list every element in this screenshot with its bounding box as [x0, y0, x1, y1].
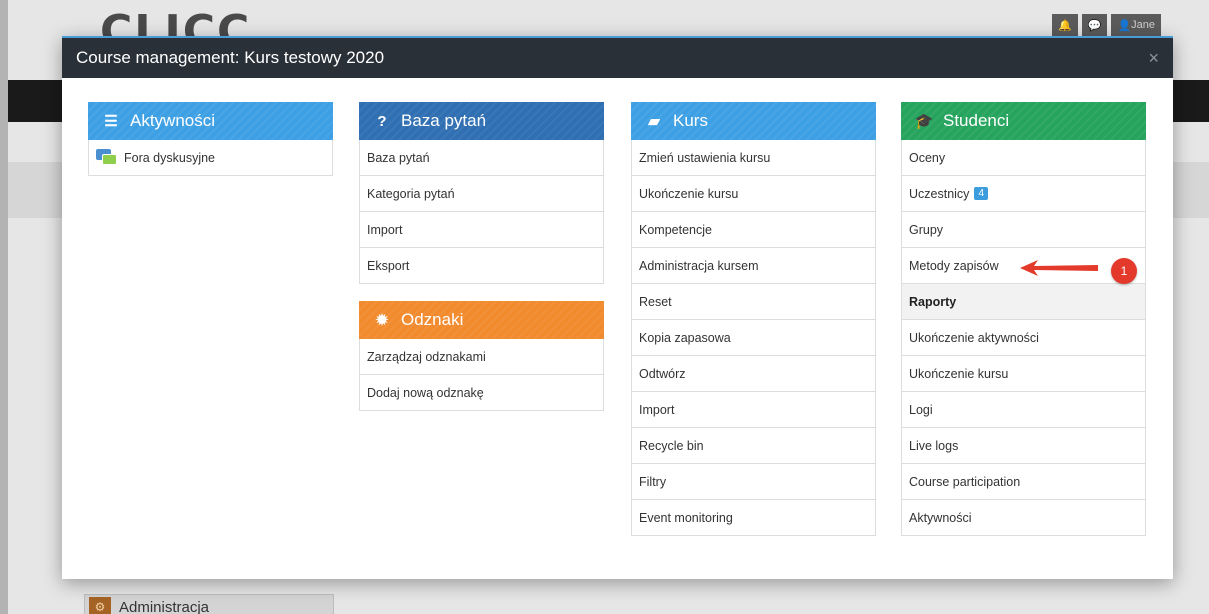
notifications-icon[interactable]: 🔔: [1052, 14, 1078, 36]
course-management-modal: Course management: Kurs testowy 2020 × ☰…: [62, 36, 1173, 579]
link-raport-ukonczenie-kursu[interactable]: Ukończenie kursu: [901, 356, 1146, 392]
panel-kurs: ▰ Kurs Zmień ustawienia kursu Ukończenie…: [631, 102, 876, 536]
panel-studenci-header: 🎓 Studenci: [901, 102, 1146, 140]
link-live-logs[interactable]: Live logs: [901, 428, 1146, 464]
link-fora-dyskusyjne[interactable]: Fora dyskusyjne: [88, 140, 333, 176]
panel-baza-header: ? Baza pytań: [359, 102, 604, 140]
panel-aktywnosci: ☰ Aktywności Fora dyskusyjne: [88, 102, 333, 176]
link-kompetencje[interactable]: Kompetencje: [631, 212, 876, 248]
panel-studenci-title: Studenci: [943, 111, 1010, 130]
link-administracja-kursem[interactable]: Administracja kursem: [631, 248, 876, 284]
link-kopia-zapasowa[interactable]: Kopia zapasowa: [631, 320, 876, 356]
modal-title: Course management: Kurs testowy 2020: [76, 48, 385, 67]
link-zmien-ustawienia[interactable]: Zmień ustawienia kursu: [631, 140, 876, 176]
link-recycle-bin[interactable]: Recycle bin: [631, 428, 876, 464]
link-reset[interactable]: Reset: [631, 284, 876, 320]
link-import-pytan[interactable]: Import: [359, 212, 604, 248]
badge-icon: ✹: [375, 312, 389, 329]
annotation-arrow-icon: [1020, 260, 1098, 276]
link-ukonczenie-aktywnosci[interactable]: Ukończenie aktywności: [901, 320, 1146, 356]
link-aktywnosci-raport[interactable]: Aktywności: [901, 500, 1146, 536]
link-ukonczenie-kursu[interactable]: Ukończenie kursu: [631, 176, 876, 212]
forum-icon: [96, 148, 118, 167]
admin-label: Administracja: [119, 598, 210, 614]
user-icon: 👤: [1117, 19, 1132, 32]
panel-aktywnosci-header: ☰ Aktywności: [88, 102, 333, 140]
link-odtworz[interactable]: Odtwórz: [631, 356, 876, 392]
panel-odznaki-title: Odznaki: [401, 310, 464, 329]
modal-header: Course management: Kurs testowy 2020 ×: [62, 36, 1173, 78]
list-icon: ☰: [104, 113, 118, 130]
panel-odznaki-header: ✹ Odznaki: [359, 301, 604, 339]
link-filtry[interactable]: Filtry: [631, 464, 876, 500]
link-zarzadzaj-odznakami[interactable]: Zarządzaj odznakami: [359, 339, 604, 375]
panel-studenci: 🎓 Studenci Oceny Uczestnicy 4 Grupy Meto…: [901, 102, 1146, 536]
link-eksport-pytan[interactable]: Eksport: [359, 248, 604, 284]
top-user-menu: 🔔 💬 👤 Jane: [1052, 14, 1161, 36]
link-logi[interactable]: Logi: [901, 392, 1146, 428]
link-uczestnicy[interactable]: Uczestnicy 4: [901, 176, 1146, 212]
link-label: Fora dyskusyjne: [124, 150, 216, 165]
participants-count-badge: 4: [974, 187, 988, 200]
link-course-participation[interactable]: Course participation: [901, 464, 1146, 500]
gear-icon: ⚙: [89, 597, 111, 614]
link-baza-pytan[interactable]: Baza pytań: [359, 140, 604, 176]
user-name: Jane: [1131, 19, 1155, 31]
link-import-kurs[interactable]: Import: [631, 392, 876, 428]
question-icon: ?: [377, 112, 387, 130]
graduation-cap-icon: 🎓: [914, 113, 934, 130]
panel-baza-pytan: ? Baza pytań Baza pytań Kategoria pytań …: [359, 102, 604, 284]
close-icon[interactable]: ×: [1148, 48, 1159, 69]
link-oceny[interactable]: Oceny: [901, 140, 1146, 176]
book-icon: ▰: [648, 113, 660, 130]
raporty-heading: Raporty: [901, 284, 1146, 320]
user-menu-button[interactable]: 👤 Jane: [1111, 14, 1161, 36]
link-event-monitoring[interactable]: Event monitoring: [631, 500, 876, 536]
link-kategoria-pytan[interactable]: Kategoria pytań: [359, 176, 604, 212]
link-dodaj-odznake[interactable]: Dodaj nową odznakę: [359, 375, 604, 411]
panel-odznaki: ✹ Odznaki Zarządzaj odznakami Dodaj nową…: [359, 301, 604, 411]
panel-kurs-title: Kurs: [673, 111, 708, 130]
panel-baza-title: Baza pytań: [401, 111, 487, 130]
panel-kurs-header: ▰ Kurs: [631, 102, 876, 140]
messages-icon[interactable]: 💬: [1081, 14, 1108, 36]
link-label: Uczestnicy: [909, 186, 970, 201]
panel-aktywnosci-title: Aktywności: [130, 111, 216, 130]
admin-block[interactable]: ⚙ Administracja: [84, 594, 334, 614]
annotation-marker: 1: [1111, 258, 1137, 284]
link-grupy[interactable]: Grupy: [901, 212, 1146, 248]
